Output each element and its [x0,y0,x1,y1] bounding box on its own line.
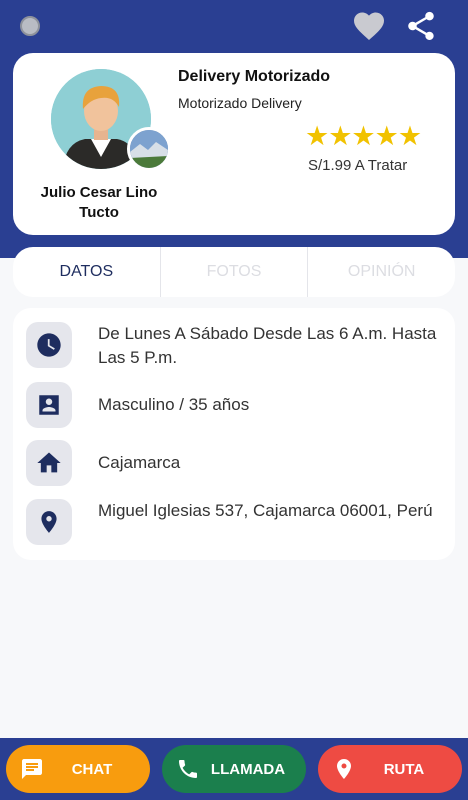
bottom-action-bar: CHAT LLAMADA RUTA [0,738,468,800]
schedule-row: De Lunes A Sábado Desde Las 6 A.m. Hasta… [26,322,448,370]
location-pin-icon [26,499,72,545]
chat-button[interactable]: CHAT [6,745,150,793]
price-label: S/1.99 A Tratar [308,157,408,174]
contact-card-icon [26,382,72,428]
phone-icon [179,760,197,778]
schedule-text: De Lunes A Sábado Desde Las 6 A.m. Hasta… [98,324,437,367]
clock-icon [26,322,72,368]
city-text: Cajamarca [98,453,181,472]
call-button[interactable]: LLAMADA [162,745,306,793]
heart-icon[interactable] [350,8,388,44]
rating-stars: ★★★★★ [305,121,422,151]
tab-datos[interactable]: DATOS [13,247,160,297]
gender-age-text: Masculino / 35 años [98,395,250,414]
share-icon[interactable] [404,9,438,43]
gender-age-row: Masculino / 35 años [26,382,448,428]
service-title: Delivery Motorizado [178,68,331,85]
tab-opinion[interactable]: OPINIÓN [307,247,455,297]
info-card: De Lunes A Sábado Desde Las 6 A.m. Hasta… [13,308,455,560]
status-indicator [20,16,40,36]
worker-name: Julio Cesar Lino Tucto [40,184,158,221]
service-subtitle: Motorizado Delivery [178,95,302,111]
tab-bar: DATOS FOTOS OPINIÓN [13,247,455,297]
address-row: Miguel Iglesias 537, Cajamarca 06001, Pe… [26,499,448,545]
landscape-image [130,130,168,168]
chat-icon [22,759,42,779]
home-icon [26,440,72,486]
tab-fotos[interactable]: FOTOS [159,247,308,297]
photo-thumbnail [127,127,171,171]
route-button[interactable]: RUTA [318,745,462,793]
profile-card: Julio Cesar Lino Tucto Delivery Motoriza… [13,53,455,235]
map-pin-icon [337,759,351,779]
city-row: Cajamarca [26,440,448,486]
address-text: Miguel Iglesias 537, Cajamarca 06001, Pe… [98,501,433,520]
